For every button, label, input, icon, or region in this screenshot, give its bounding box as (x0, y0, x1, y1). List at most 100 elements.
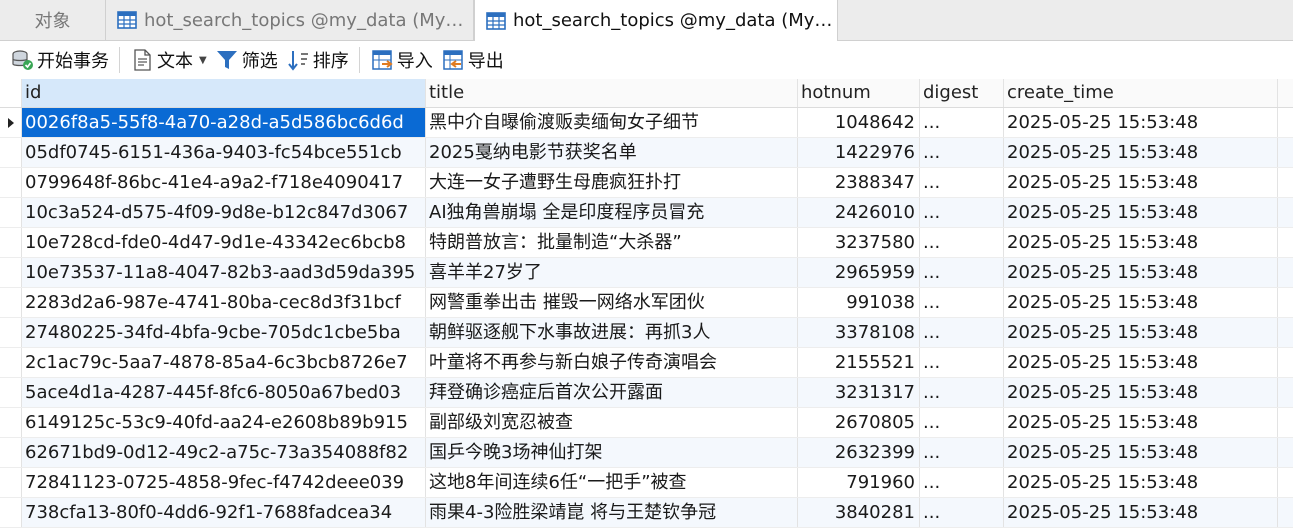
export-button[interactable]: 导出 (437, 43, 508, 77)
cell-title[interactable]: 这地8年间连续6任“一把手”被查 (426, 468, 798, 497)
row-indicator[interactable] (0, 318, 22, 347)
table-row[interactable]: 0799648f-86bc-41e4-a9a2-f718e4090417 大连一女… (0, 168, 1293, 198)
cell-hotnum[interactable]: 991038 (798, 288, 920, 317)
cell-digest[interactable]: ... (920, 408, 1004, 437)
cell-id[interactable]: 10e728cd-fde0-4d47-9d1e-43342ec6bcb8 (22, 228, 426, 257)
cell-id[interactable]: 10e73537-11a8-4047-82b3-aad3d59da395 (22, 258, 426, 287)
cell-title[interactable]: 2025戛纳电影节获奖名单 (426, 138, 798, 167)
column-header-create-time[interactable]: create_time (1004, 79, 1278, 107)
cell-create-time[interactable]: 2025-05-25 15:53:48 (1004, 288, 1278, 317)
cell-id[interactable]: 72841123-0725-4858-9fec-f4742deee039 (22, 468, 426, 497)
cell-digest[interactable]: ... (920, 138, 1004, 167)
cell-id[interactable]: 6149125c-53c9-40fd-aa24-e2608b89b915 (22, 408, 426, 437)
cell-digest[interactable]: ... (920, 468, 1004, 497)
cell-id[interactable]: 27480225-34fd-4bfa-9cbe-705dc1cbe5ba (22, 318, 426, 347)
row-indicator[interactable] (0, 468, 22, 497)
cell-create-time[interactable]: 2025-05-25 15:53:48 (1004, 498, 1278, 527)
row-indicator[interactable] (0, 348, 22, 377)
cell-digest[interactable]: ... (920, 168, 1004, 197)
cell-hotnum[interactable]: 1422976 (798, 138, 920, 167)
column-header-digest[interactable]: digest (920, 79, 1004, 107)
row-indicator[interactable] (0, 258, 22, 287)
cell-id[interactable]: 05df0745-6151-436a-9403-fc54bce551cb (22, 138, 426, 167)
tab-objects[interactable]: 对象 (0, 0, 106, 40)
cell-digest[interactable]: ... (920, 378, 1004, 407)
table-row[interactable]: 5ace4d1a-4287-445f-8fc6-8050a67bed03 拜登确诊… (0, 378, 1293, 408)
cell-title[interactable]: 朝鲜驱逐舰下水事故进展：再抓3人 (426, 318, 798, 347)
cell-hotnum[interactable]: 2155521 (798, 348, 920, 377)
table-row[interactable]: 27480225-34fd-4bfa-9cbe-705dc1cbe5ba 朝鲜驱逐… (0, 318, 1293, 348)
cell-title[interactable]: 叶童将不再参与新白娘子传奇演唱会 (426, 348, 798, 377)
cell-hotnum[interactable]: 1048642 (798, 108, 920, 137)
cell-digest[interactable]: ... (920, 258, 1004, 287)
cell-create-time[interactable]: 2025-05-25 15:53:48 (1004, 438, 1278, 467)
cell-digest[interactable]: ... (920, 348, 1004, 377)
cell-title[interactable]: 大连一女子遭野生母鹿疯狂扑打 (426, 168, 798, 197)
cell-digest[interactable]: ... (920, 108, 1004, 137)
cell-hotnum[interactable]: 3237580 (798, 228, 920, 257)
cell-create-time[interactable]: 2025-05-25 15:53:48 (1004, 318, 1278, 347)
row-indicator[interactable] (0, 288, 22, 317)
cell-create-time[interactable]: 2025-05-25 15:53:48 (1004, 408, 1278, 437)
row-indicator[interactable] (0, 138, 22, 167)
cell-digest[interactable]: ... (920, 228, 1004, 257)
cell-hotnum[interactable]: 791960 (798, 468, 920, 497)
cell-id[interactable]: 2283d2a6-987e-4741-80ba-cec8d3f31bcf (22, 288, 426, 317)
table-row[interactable]: 05df0745-6151-436a-9403-fc54bce551cb 2025… (0, 138, 1293, 168)
row-indicator[interactable] (0, 378, 22, 407)
row-indicator[interactable] (0, 408, 22, 437)
cell-title[interactable]: AI独角兽崩塌 全是印度程序员冒充 (426, 198, 798, 227)
import-button[interactable]: 导入 (366, 43, 437, 77)
cell-title[interactable]: 喜羊羊27岁了 (426, 258, 798, 287)
cell-id[interactable]: 738cfa13-80f0-4dd6-92f1-7688fadcea34 (22, 498, 426, 527)
cell-hotnum[interactable]: 3840281 (798, 498, 920, 527)
cell-digest[interactable]: ... (920, 438, 1004, 467)
table-row[interactable]: 6149125c-53c9-40fd-aa24-e2608b89b915 副部级刘… (0, 408, 1293, 438)
cell-hotnum[interactable]: 3231317 (798, 378, 920, 407)
cell-id[interactable]: 2c1ac79c-5aa7-4878-85a4-6c3bcb8726e7 (22, 348, 426, 377)
table-row[interactable]: 10e73537-11a8-4047-82b3-aad3d59da395 喜羊羊2… (0, 258, 1293, 288)
cell-hotnum[interactable]: 3378108 (798, 318, 920, 347)
begin-transaction-button[interactable]: 开始事务 (6, 43, 113, 77)
filter-button[interactable]: 筛选 (211, 43, 282, 77)
table-row[interactable]: 0026f8a5-55f8-4a70-a28d-a5d586bc6d6d 黑中介自… (0, 108, 1293, 138)
cell-hotnum[interactable]: 2670805 (798, 408, 920, 437)
sort-button[interactable]: 排序 (282, 43, 353, 77)
cell-id[interactable]: 62671bd9-0d12-49c2-a75c-73a354088f82 (22, 438, 426, 467)
table-row[interactable]: 2c1ac79c-5aa7-4878-85a4-6c3bcb8726e7 叶童将不… (0, 348, 1293, 378)
cell-create-time[interactable]: 2025-05-25 15:53:48 (1004, 168, 1278, 197)
cell-create-time[interactable]: 2025-05-25 15:53:48 (1004, 228, 1278, 257)
cell-title[interactable]: 拜登确诊癌症后首次公开露面 (426, 378, 798, 407)
cell-hotnum[interactable]: 2965959 (798, 258, 920, 287)
table-row[interactable]: 738cfa13-80f0-4dd6-92f1-7688fadcea34 雨果4-… (0, 498, 1293, 528)
row-indicator[interactable] (0, 198, 22, 227)
cell-title[interactable]: 副部级刘宽忍被查 (426, 408, 798, 437)
cell-id[interactable]: 10c3a524-d575-4f09-9d8e-b12c847d3067 (22, 198, 426, 227)
cell-title[interactable]: 黑中介自曝偷渡贩卖缅甸女子细节 (426, 108, 798, 137)
cell-title[interactable]: 国乒今晚3场神仙打架 (426, 438, 798, 467)
table-row[interactable]: 10c3a524-d575-4f09-9d8e-b12c847d3067 AI独角… (0, 198, 1293, 228)
cell-hotnum[interactable]: 2632399 (798, 438, 920, 467)
row-indicator[interactable] (0, 168, 22, 197)
cell-create-time[interactable]: 2025-05-25 15:53:48 (1004, 138, 1278, 167)
cell-title[interactable]: 特朗普放言：批量制造“大杀器” (426, 228, 798, 257)
cell-create-time[interactable]: 2025-05-25 15:53:48 (1004, 378, 1278, 407)
cell-digest[interactable]: ... (920, 318, 1004, 347)
cell-create-time[interactable]: 2025-05-25 15:53:48 (1004, 258, 1278, 287)
cell-create-time[interactable]: 2025-05-25 15:53:48 (1004, 198, 1278, 227)
tab-hot-search-topics-2[interactable]: hot_search_topics @my_data (MyS... (474, 0, 838, 41)
cell-id[interactable]: 0799648f-86bc-41e4-a9a2-f718e4090417 (22, 168, 426, 197)
column-header-hotnum[interactable]: hotnum (798, 79, 920, 107)
cell-digest[interactable]: ... (920, 198, 1004, 227)
cell-id[interactable]: 0026f8a5-55f8-4a70-a28d-a5d586bc6d6d (22, 108, 426, 137)
table-row[interactable]: 10e728cd-fde0-4d47-9d1e-43342ec6bcb8 特朗普放… (0, 228, 1293, 258)
column-header-id[interactable]: id (22, 79, 426, 107)
table-row[interactable]: 72841123-0725-4858-9fec-f4742deee039 这地8年… (0, 468, 1293, 498)
table-row[interactable]: 62671bd9-0d12-49c2-a75c-73a354088f82 国乒今晚… (0, 438, 1293, 468)
cell-hotnum[interactable]: 2388347 (798, 168, 920, 197)
cell-create-time[interactable]: 2025-05-25 15:53:48 (1004, 108, 1278, 137)
text-button[interactable]: 文本 ▼ (126, 43, 211, 77)
row-indicator[interactable] (0, 108, 22, 137)
cell-create-time[interactable]: 2025-05-25 15:53:48 (1004, 348, 1278, 377)
row-indicator[interactable] (0, 438, 22, 467)
